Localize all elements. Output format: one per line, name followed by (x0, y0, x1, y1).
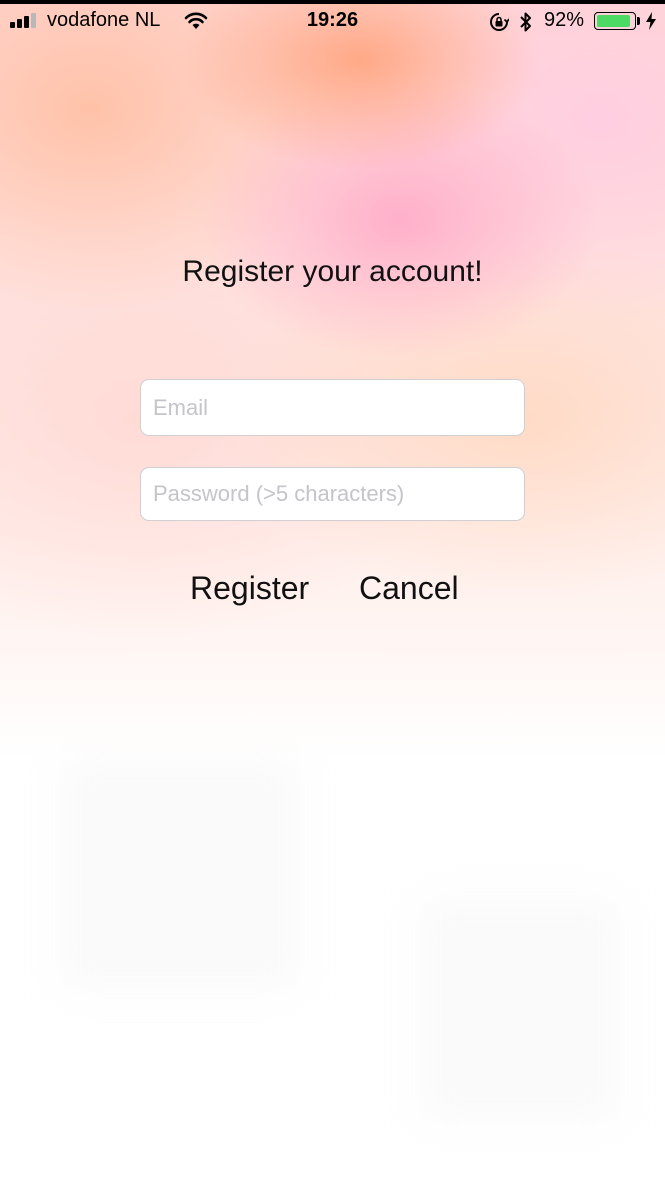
orientation-lock-icon (490, 13, 509, 31)
cancel-button[interactable]: Cancel (359, 570, 459, 607)
status-bar: vodafone NL 19:26 92% (0, 0, 665, 38)
register-button[interactable]: Register (190, 570, 309, 607)
battery-percentage: 92% (544, 9, 585, 31)
battery-terminal (637, 17, 640, 25)
page-title: Register your account! (182, 255, 483, 288)
battery-icon (594, 12, 636, 30)
email-field[interactable] (140, 379, 525, 436)
bluetooth-icon (520, 12, 531, 32)
charging-bolt-icon (646, 12, 656, 30)
password-field[interactable] (140, 467, 525, 521)
background-blur-shape (420, 900, 620, 1120)
background-blur-shape (60, 760, 300, 990)
battery-level-fill (597, 15, 631, 27)
